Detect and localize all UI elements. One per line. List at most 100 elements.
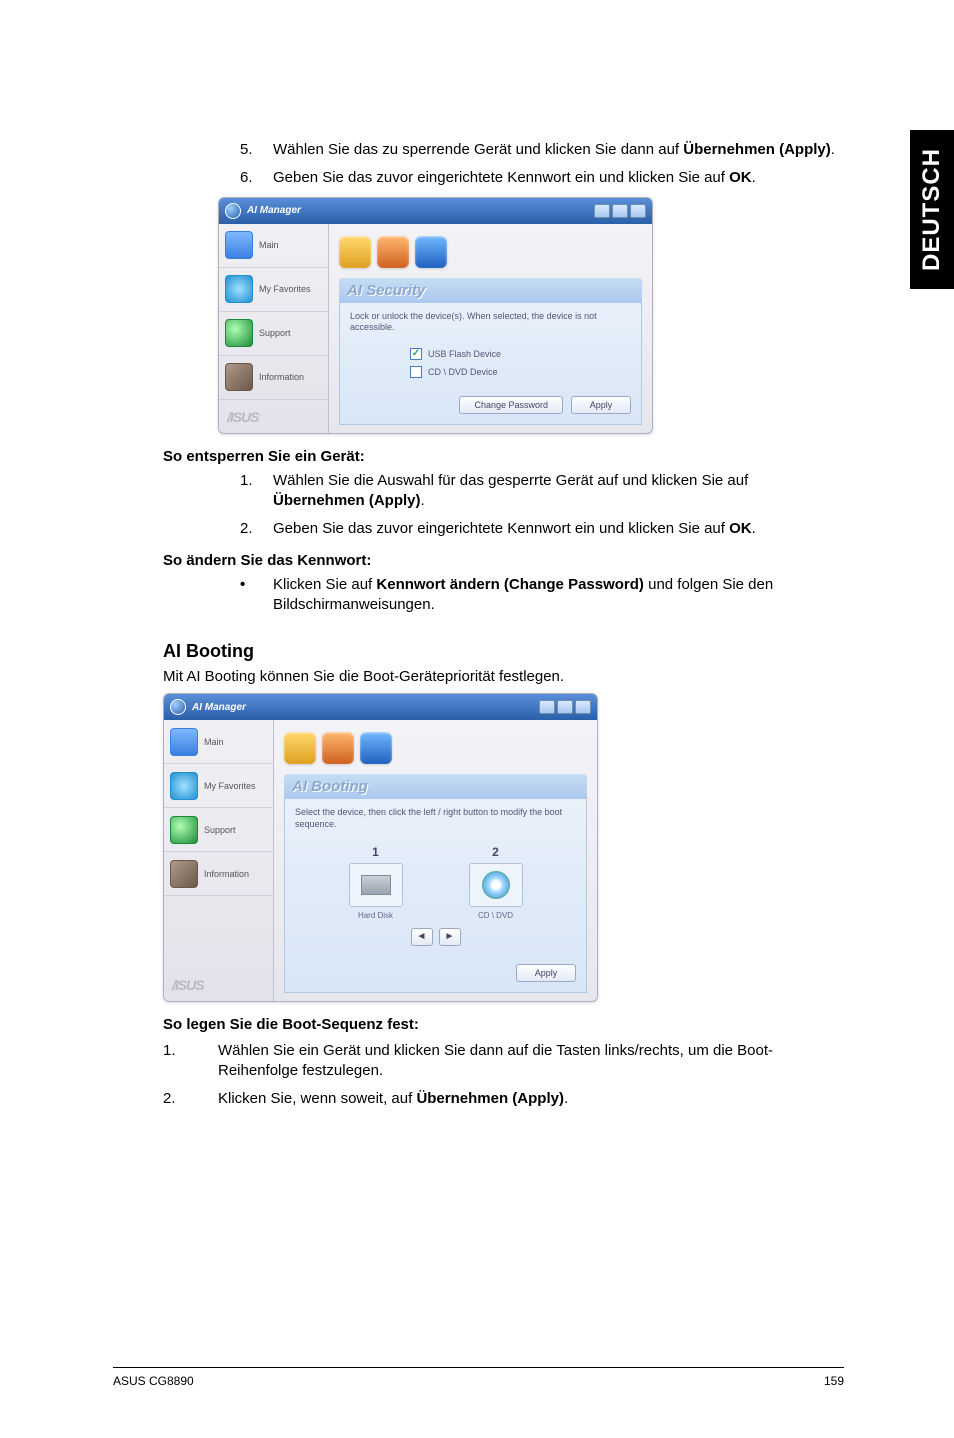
boot-device-2[interactable]: 2 CD \ DVD xyxy=(456,845,536,920)
t: Kennwort ändern (Change Password) xyxy=(376,576,644,593)
tool-icon-1[interactable] xyxy=(339,236,371,268)
device-label: Hard Disk xyxy=(336,911,416,920)
label: USB Flash Device xyxy=(428,349,501,359)
footer-model: ASUS CG8890 xyxy=(113,1374,194,1388)
step-text: Wählen Sie ein Gerät und klicken Sie dan… xyxy=(218,1041,844,1082)
maximize-button[interactable] xyxy=(557,700,573,714)
t: Wählen Sie die Auswahl für das gesperrte… xyxy=(273,472,748,489)
apply-button[interactable]: Apply xyxy=(571,396,631,414)
change-password-button[interactable]: Change Password xyxy=(459,396,563,414)
sidebar-main[interactable]: Main xyxy=(219,224,328,268)
label: Main xyxy=(204,737,224,747)
label: CD \ DVD Device xyxy=(428,367,498,377)
checkbox-icon[interactable]: ✓ xyxy=(410,348,422,360)
heading-unlock: So entsperren Sie ein Gerät: xyxy=(163,448,844,465)
ai-manager-booting-window: AI Manager Main My Favorites Support Inf… xyxy=(163,693,598,1001)
t: . xyxy=(752,520,756,537)
tool-icon-2[interactable] xyxy=(322,732,354,764)
step-text: Klicken Sie, wenn soweit, auf Übernehmen… xyxy=(218,1089,844,1109)
titlebar: AI Manager xyxy=(219,198,652,224)
ai-manager-security-window: AI Manager Main My Favorites Support Inf… xyxy=(218,197,653,434)
main-icon xyxy=(225,231,253,259)
bullet-text: Klicken Sie auf Kennwort ändern (Change … xyxy=(273,575,844,616)
label: Information xyxy=(259,372,304,382)
maximize-button[interactable] xyxy=(612,204,628,218)
heading-ai-booting: AI Booting xyxy=(163,641,844,662)
bullet: • xyxy=(218,575,273,616)
changepw-bullet: • Klicken Sie auf Kennwort ändern (Chang… xyxy=(218,575,844,616)
unlock-step-2: 2. Geben Sie das zuvor eingerichtete Ken… xyxy=(218,519,844,539)
device-box xyxy=(349,863,403,907)
checkbox-icon[interactable] xyxy=(410,366,422,378)
sidebar-support[interactable]: Support xyxy=(219,312,328,356)
step-text: Geben Sie das zuvor eingerichtete Kennwo… xyxy=(273,519,844,539)
close-button[interactable] xyxy=(575,700,591,714)
boot-seq-section: So legen Sie die Boot-Sequenz fest: 1. W… xyxy=(163,1016,844,1110)
tool-icon-3[interactable] xyxy=(360,732,392,764)
label: Main xyxy=(259,240,279,250)
step-text: Geben Sie das zuvor eingerichtete Kennwo… xyxy=(273,168,844,188)
arrow-row: ◄ ► xyxy=(295,928,576,946)
t: Übernehmen (Apply) xyxy=(416,1090,564,1107)
page-content: 5. Wählen Sie das zu sperrende Gerät und… xyxy=(0,0,954,1438)
window-title: AI Manager xyxy=(247,205,301,216)
t: . xyxy=(564,1090,568,1107)
panel-body: Lock or unlock the device(s). When selec… xyxy=(339,303,642,425)
priority-number: 1 xyxy=(336,845,416,859)
close-button[interactable] xyxy=(630,204,646,218)
sidebar-support[interactable]: Support xyxy=(164,808,273,852)
step-5: 5. Wählen Sie das zu sperrende Gerät und… xyxy=(218,140,844,160)
heading-bootseq: So legen Sie die Boot-Sequenz fest: xyxy=(163,1016,844,1033)
sidebar-main[interactable]: Main xyxy=(164,720,273,764)
minimize-button[interactable] xyxy=(539,700,555,714)
unlock-step-1: 1. Wählen Sie die Auswahl für das gesper… xyxy=(218,471,844,512)
favorites-icon xyxy=(225,275,253,303)
steps-top: 5. Wählen Sie das zu sperrende Gerät und… xyxy=(218,140,844,189)
info-icon xyxy=(225,363,253,391)
tool-icon-1[interactable] xyxy=(284,732,316,764)
step-number: 1. xyxy=(218,471,273,512)
boot-device-1[interactable]: 1 Hard Disk xyxy=(336,845,416,920)
support-icon xyxy=(170,816,198,844)
right-arrow-button[interactable]: ► xyxy=(439,928,461,946)
sidebar: Main My Favorites Support Information /I… xyxy=(219,224,329,433)
t: Geben Sie das zuvor eingerichtete Kennwo… xyxy=(273,520,729,537)
sidebar-information[interactable]: Information xyxy=(219,356,328,400)
titlebar: AI Manager xyxy=(164,694,597,720)
window-buttons xyxy=(594,204,646,218)
label: My Favorites xyxy=(259,284,311,294)
panel-desc: Select the device, then click the left /… xyxy=(295,807,576,830)
panel-title: AI Security xyxy=(339,278,642,303)
cddvd-option[interactable]: CD \ DVD Device xyxy=(410,366,631,378)
hdd-icon xyxy=(361,875,391,895)
boot-step-2: 2. Klicken Sie, wenn soweit, auf Überneh… xyxy=(163,1089,844,1109)
t: . xyxy=(752,169,756,186)
booting-intro: Mit AI Booting können Sie die Boot-Gerät… xyxy=(163,668,844,685)
t: Klicken Sie auf xyxy=(273,576,376,593)
tool-icon-3[interactable] xyxy=(415,236,447,268)
window-buttons xyxy=(539,700,591,714)
sidebar-favorites[interactable]: My Favorites xyxy=(164,764,273,808)
step-number: 2. xyxy=(218,519,273,539)
left-arrow-button[interactable]: ◄ xyxy=(411,928,433,946)
footer-page-number: 159 xyxy=(824,1374,844,1388)
step-text: Wählen Sie das zu sperrende Gerät und kl… xyxy=(273,140,844,160)
brand-logo: /ISUS xyxy=(219,401,328,433)
step-number: 2. xyxy=(163,1089,218,1109)
step-text: Wählen Sie die Auswahl für das gesperrte… xyxy=(273,471,844,512)
tool-icon-2[interactable] xyxy=(377,236,409,268)
app-logo-icon xyxy=(170,699,186,715)
usb-option[interactable]: ✓ USB Flash Device xyxy=(410,348,631,360)
sidebar-favorites[interactable]: My Favorites xyxy=(219,268,328,312)
panel-desc: Lock or unlock the device(s). When selec… xyxy=(350,311,631,334)
apply-button[interactable]: Apply xyxy=(516,964,576,982)
info-icon xyxy=(170,860,198,888)
panel-title: AI Booting xyxy=(284,774,587,799)
t: Klicken Sie, wenn soweit, auf xyxy=(218,1090,416,1107)
sidebar-information[interactable]: Information xyxy=(164,852,273,896)
t: Übernehmen (Apply) xyxy=(683,141,831,158)
minimize-button[interactable] xyxy=(594,204,610,218)
toolbar xyxy=(284,728,587,774)
label: My Favorites xyxy=(204,781,256,791)
label: Support xyxy=(204,825,236,835)
